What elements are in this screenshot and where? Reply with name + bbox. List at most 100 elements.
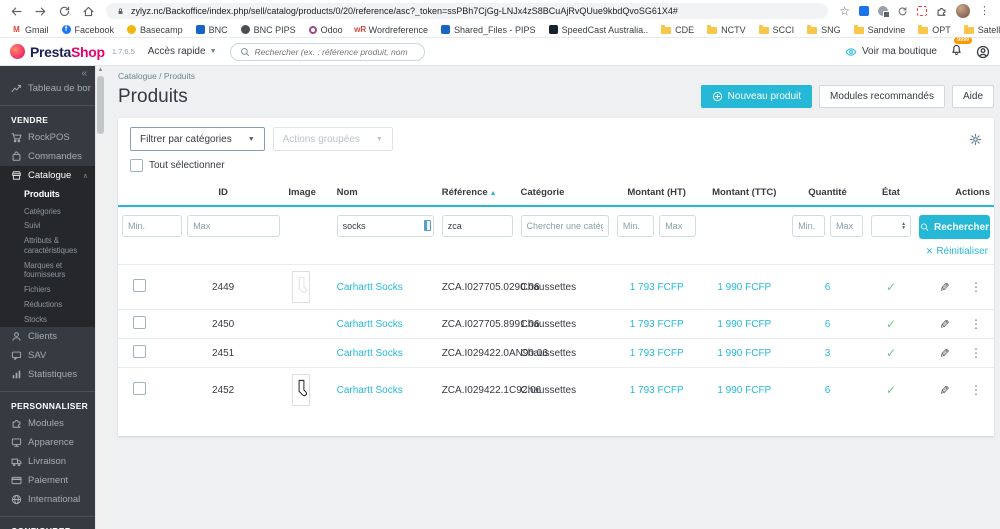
category-filter-input[interactable] [520,215,609,237]
sidebar-item-apparence[interactable]: Apparence [0,433,95,452]
edit-icon[interactable]: ✎ [937,348,951,358]
id-min-input[interactable] [122,215,183,237]
sidebar-item-international[interactable]: International [0,490,95,509]
sidebar-item-catalogue[interactable]: Catalogue ∧ [0,166,95,185]
product-name-link[interactable]: Carhartt Socks [337,348,403,359]
row-checkbox[interactable] [133,316,147,329]
cell-price-ht[interactable]: 1 793 FCFP [612,264,701,310]
browser-menu-icon[interactable]: ⋮ [979,6,990,17]
column-header-id[interactable]: ID [161,181,285,207]
column-header-price_ttc[interactable]: Montant (TTC) [700,181,789,207]
cell-price-ttc[interactable]: 1 990 FCFP [700,367,789,412]
bookmark-item[interactable]: CDE [661,25,694,35]
bookmark-item[interactable]: SCCI [758,25,794,35]
view-shop-link[interactable]: Voir ma boutique [845,46,937,58]
scroll-up-arrow[interactable]: ▲ [96,66,105,75]
sidebar-subitem-réductions[interactable]: Réductions [0,297,95,312]
extension-icon[interactable] [859,6,869,16]
new-product-button[interactable]: Nouveau produit [700,85,813,108]
reference-filter-input[interactable] [441,215,513,237]
cell-price-ht[interactable]: 1 793 FCFP [612,309,701,339]
column-header-state[interactable]: État [866,181,916,207]
help-button[interactable]: Aide [951,85,994,108]
bookmark-item[interactable]: Sandvine [853,25,905,35]
scrollbar-thumb[interactable] [97,76,104,134]
sidebar-subitem-suivi[interactable]: Suivi [0,219,95,234]
cell-price-ttc[interactable]: 1 990 FCFP [700,264,789,310]
extensions-puzzle-icon[interactable] [936,6,947,17]
active-check-icon[interactable]: ✓ [886,346,896,360]
product-thumbnail[interactable] [292,271,311,303]
row-checkbox[interactable] [133,345,147,358]
recommended-modules-button[interactable]: Modules recommandés [819,85,945,108]
bookmark-star-icon[interactable]: ☆ [839,4,850,18]
id-max-input[interactable] [187,215,281,237]
sidebar-subitem-catégories[interactable]: Catégories [0,204,95,219]
sidebar-item-rockpos[interactable]: RockPOS [0,128,95,147]
cell-quantity[interactable]: 6 [788,264,867,310]
bookmark-item[interactable]: NCTV [707,25,746,35]
bookmark-item[interactable]: OPT [918,25,951,35]
bookmark-item[interactable]: BNC [195,25,228,35]
extension-recycle-icon[interactable] [897,6,908,17]
table-settings-gear-icon[interactable] [969,133,982,146]
cell-price-ht[interactable]: 1 793 FCFP [612,338,701,368]
product-thumbnail[interactable] [292,374,311,406]
extension-icon[interactable] [878,6,890,18]
admin-search-input[interactable] [254,46,415,57]
cell-price-ht[interactable]: 1 793 FCFP [612,367,701,412]
edit-icon[interactable]: ✎ [937,319,951,329]
search-button[interactable]: Rechercher [919,215,990,239]
cell-price-ttc[interactable]: 1 990 FCFP [700,338,789,368]
sidebar-item-commandes[interactable]: Commandes [0,147,95,166]
bookmark-item[interactable]: SpeedCast Australia.. [548,25,648,35]
select-all-checkbox[interactable] [130,159,143,172]
sidebar-subitem-attributs[interactable]: Attributs & caractéristiques [0,234,95,258]
reset-filters-link[interactable]: ✕ Réinitialiser [926,246,988,257]
sidebar-subitem-produits[interactable]: Produits [0,185,95,204]
filter-by-category-button[interactable]: Filtrer par catégories ▼ [130,127,265,151]
sidebar-item-paiement[interactable]: Paiement [0,471,95,490]
row-menu-icon[interactable]: ⋮ [970,346,982,360]
bookmark-item[interactable]: Shared_Files - PIPS [441,25,536,35]
column-header-actions[interactable]: Actions [915,181,994,207]
forward-icon[interactable] [34,5,47,18]
qty-min-input[interactable] [792,215,825,237]
active-check-icon[interactable]: ✓ [886,317,896,331]
sidebar-scrollbar[interactable]: ▲ [95,66,105,529]
sidebar-item-sav[interactable]: SAV [0,346,95,365]
active-check-icon[interactable]: ✓ [886,383,896,397]
grouped-actions-button[interactable]: Actions groupées ▼ [272,127,393,151]
cell-price-ttc[interactable]: 1 990 FCFP [700,309,789,339]
bookmark-item[interactable]: Satellite [963,25,1000,35]
column-header-name[interactable]: Nom [332,181,438,207]
product-name-link[interactable]: Carhartt Socks [337,385,403,396]
bookmark-item[interactable]: f Facebook [61,25,114,35]
profile-avatar[interactable] [956,4,970,18]
edit-icon[interactable]: ✎ [937,282,951,292]
price-min-input[interactable] [616,215,655,237]
name-filter-input[interactable] [336,215,434,237]
account-icon[interactable] [976,45,990,59]
sidebar-item-statistiques[interactable]: Statistiques [0,365,95,384]
cell-quantity[interactable]: 6 [788,309,867,339]
sidebar-subitem-stocks[interactable]: Stocks [0,312,95,327]
cell-quantity[interactable]: 6 [788,367,867,412]
row-menu-icon[interactable]: ⋮ [970,317,982,331]
active-check-icon[interactable]: ✓ [886,280,896,294]
column-header-reference[interactable]: Référence ▲ [437,181,517,207]
extension-screenshot-icon[interactable] [917,6,927,16]
reload-icon[interactable] [58,5,71,18]
row-menu-icon[interactable]: ⋮ [970,280,982,294]
notifications-button[interactable]: 9999 [950,36,973,61]
column-header-category[interactable]: Catégorie [516,181,613,207]
url-bar[interactable]: zylyz.nc/Backoffice/index.php/sell/catal… [106,3,829,19]
sidebar-item-livraison[interactable]: Livraison [0,452,95,471]
product-name-link[interactable]: Carhartt Socks [337,282,403,293]
bookmark-item[interactable]: wR Wordreference [354,25,428,35]
edit-icon[interactable]: ✎ [937,385,951,395]
bookmark-item[interactable]: BNC PIPS [240,25,296,35]
bookmark-item[interactable]: Odoo [308,25,343,35]
column-header-image[interactable]: Image [284,181,333,207]
sidebar-collapse-button[interactable]: « [0,66,95,79]
